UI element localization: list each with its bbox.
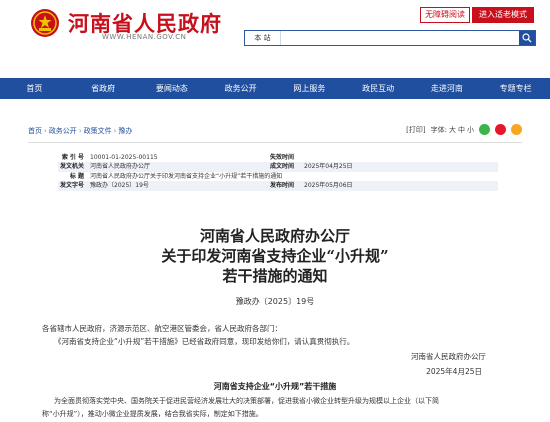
- elder-mode-button[interactable]: 进入适老模式: [472, 7, 534, 23]
- date-value: 2025年04月25日: [304, 163, 353, 171]
- invalid-value: [304, 153, 498, 162]
- site-url: WWW.HENAN.GOV.CN: [102, 33, 187, 41]
- font-size-label: 字体:: [430, 125, 447, 134]
- font-small-link[interactable]: 小: [467, 125, 474, 135]
- salutation: 各省辖市人民政府，济源示范区、航空港区管委会，省人民政府各部门：: [42, 324, 282, 333]
- meta-row: 发文字号 豫政办〔2025〕19号 发布时间 2025年05月06日: [58, 181, 498, 191]
- document-meta-table: 索 引 号 10001-01-2025-00115 失效时间 发文机关 河南省人…: [58, 153, 498, 191]
- search-icon: [522, 33, 532, 43]
- signature-date: 2025年4月25日: [426, 367, 482, 376]
- qzone-share-icon[interactable]: [511, 124, 522, 135]
- nav-item-home[interactable]: 首页: [0, 78, 69, 99]
- nav-item-henan[interactable]: 走进河南: [413, 78, 482, 99]
- breadcrumb-yuban[interactable]: 豫办: [118, 127, 132, 135]
- nav-item-topics[interactable]: 专题专栏: [481, 78, 550, 99]
- publish-label: 发布时间: [270, 182, 295, 190]
- date-label: 成文时间: [270, 163, 295, 171]
- measures-title: 河南省支持企业“小升规”若干措施: [213, 382, 337, 391]
- index-label: 索 引 号: [61, 154, 84, 161]
- document-title-line-2: 关于印发河南省支持企业“小升规”: [161, 247, 389, 265]
- breadcrumb-separator: ›: [78, 127, 82, 135]
- issuer-label: 发文机关: [59, 163, 84, 171]
- subject-value: 河南省人民政府办公厅关于印发河南省支持企业“小升规”若干措施的通知: [90, 172, 283, 180]
- index-value: 10001-01-2025-00115: [90, 154, 158, 161]
- breadcrumb-home[interactable]: 首页: [28, 127, 42, 135]
- breadcrumb-separator: ›: [113, 127, 117, 135]
- meta-row: 标 题 河南省人民政府办公厅关于印发河南省支持企业“小升规”若干措施的通知: [58, 172, 498, 181]
- wechat-share-icon[interactable]: [479, 124, 490, 135]
- docno-label: 发文字号: [59, 182, 84, 190]
- national-emblem-icon: [31, 9, 59, 37]
- invalid-label: 失效时间: [270, 154, 295, 161]
- measures-paragraph-line-2: 称“小升规”），推动小微企业提质发展，结合我省实际，制定如下措施。: [42, 410, 263, 418]
- breadcrumb-policy[interactable]: 政策文件: [84, 127, 112, 135]
- nav-item-open-affairs[interactable]: 政务公开: [206, 78, 275, 99]
- article-tools: [打印] 字体: 大 中 小: [406, 124, 522, 135]
- measures-paragraph-line-1: 为全面贯彻落实党中央、国务院关于促进民营经济发展壮大的决策部署，促进我省小微企业…: [54, 397, 439, 405]
- divider: [28, 142, 522, 143]
- breadcrumb-separator: ›: [44, 127, 47, 135]
- body-paragraph: 《河南省支持企业“小升规”若干措施》已经省政府同意，现印发给你们，请认真贯彻执行…: [54, 337, 355, 346]
- search-box: 本 站: [244, 30, 536, 46]
- subject-label: 标 题: [69, 172, 84, 180]
- meta-row: 索 引 号 10001-01-2025-00115 失效时间: [58, 153, 498, 162]
- weibo-share-icon[interactable]: [495, 124, 506, 135]
- accessible-reading-button[interactable]: 无障碍阅读: [420, 7, 470, 23]
- main-nav: 首页 省政府 要闻动态 政务公开 网上服务 政民互动 走进河南 专题专栏: [0, 78, 550, 99]
- font-medium-link[interactable]: 中: [458, 125, 465, 135]
- docno-value: 豫政办〔2025〕19号: [90, 182, 149, 190]
- document-title-line-1: 河南省人民政府办公厅: [199, 227, 350, 245]
- breadcrumb-bar: 首页 › 政务公开 › 政策文件 › 豫办 [打印] 字体: 大 中 小: [28, 124, 522, 138]
- meta-row: 发文机关 河南省人民政府办公厅 成文时间 2025年04月25日: [58, 162, 498, 172]
- document-number: 豫政办〔2025〕19号: [235, 297, 315, 306]
- print-link[interactable]: [打印]: [406, 125, 425, 135]
- signature-org: 河南省人民政府办公厅: [411, 352, 486, 361]
- breadcrumb-open-affairs[interactable]: 政务公开: [49, 127, 77, 135]
- search-scope-select[interactable]: 本 站: [245, 31, 281, 45]
- nav-item-online-service[interactable]: 网上服务: [275, 78, 344, 99]
- search-button[interactable]: [519, 31, 535, 45]
- font-large-link[interactable]: 大: [449, 125, 456, 135]
- issuer-value: 河南省人民政府办公厅: [90, 163, 151, 171]
- site-header: 河南省人民政府 WWW.HENAN.GOV.CN 无障碍阅读 进入适老模式 本 …: [0, 0, 550, 78]
- breadcrumb: 首页 › 政务公开 › 政策文件 › 豫办: [28, 126, 132, 136]
- document-title-line-3: 若干措施的通知: [222, 267, 328, 285]
- nav-item-interaction[interactable]: 政民互动: [344, 78, 413, 99]
- nav-item-news[interactable]: 要闻动态: [138, 78, 207, 99]
- nav-item-government[interactable]: 省政府: [69, 78, 138, 99]
- publish-value: 2025年05月06日: [304, 182, 353, 190]
